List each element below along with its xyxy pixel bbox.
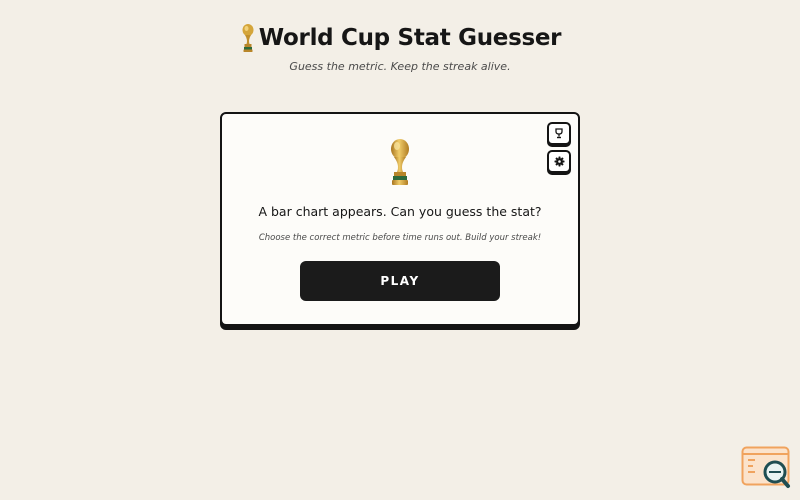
leaderboard-button[interactable] bbox=[547, 122, 571, 145]
search-widget-icon[interactable] bbox=[741, 446, 791, 490]
game-prompt: A bar chart appears. Can you guess the s… bbox=[258, 204, 542, 219]
leaderboard-icon bbox=[555, 128, 563, 139]
page-title: World Cup Stat Guesser bbox=[258, 25, 562, 51]
page-subtitle: Guess the metric. Keep the streak alive. bbox=[289, 60, 511, 73]
title-row: World Cup Stat Guesser bbox=[0, 22, 800, 54]
play-button[interactable]: PLAY bbox=[300, 261, 500, 301]
gear-icon bbox=[554, 156, 564, 167]
page: World Cup Stat Guesser Guess the metric.… bbox=[0, 0, 800, 500]
game-hint: Choose the correct metric before time ru… bbox=[258, 233, 542, 243]
game-card: A bar chart appears. Can you guess the s… bbox=[220, 112, 580, 326]
trophy-icon bbox=[242, 24, 254, 52]
header: World Cup Stat Guesser Guess the metric.… bbox=[0, 22, 800, 73]
trophy-icon bbox=[391, 139, 409, 185]
settings-button[interactable] bbox=[547, 150, 571, 173]
